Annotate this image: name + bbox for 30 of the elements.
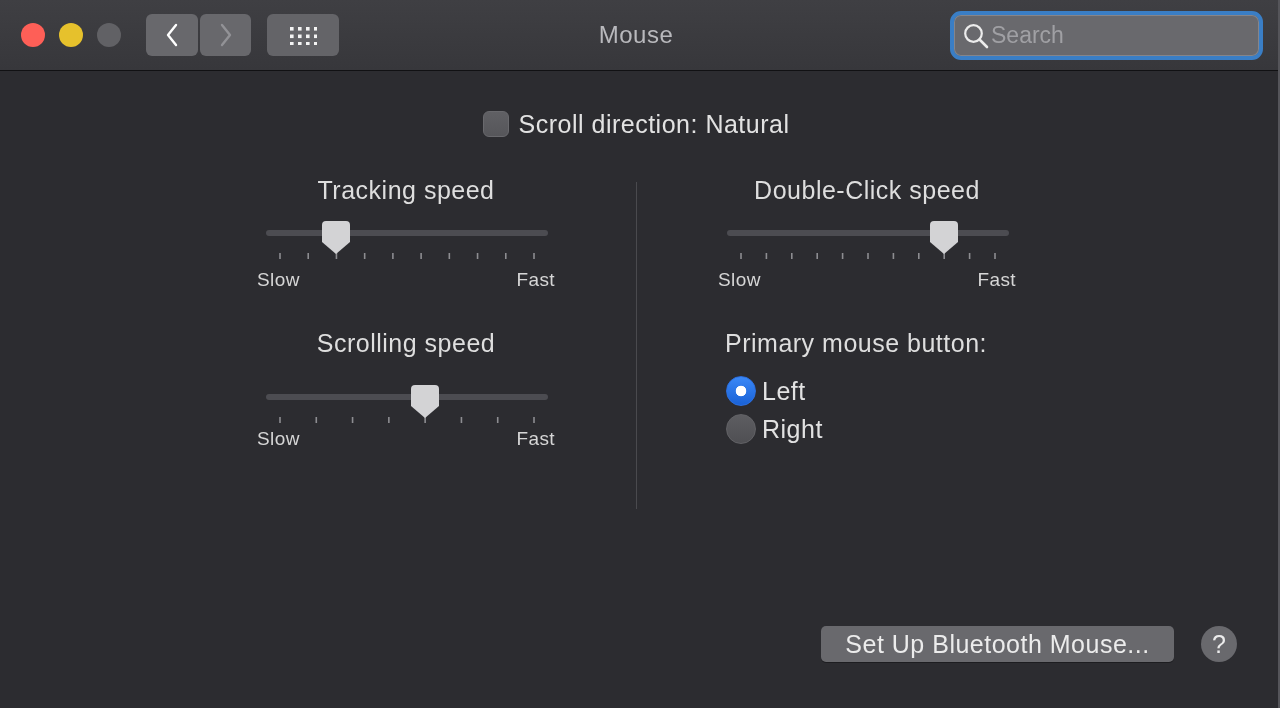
minimize-button[interactable] — [59, 23, 83, 47]
radio-button[interactable] — [726, 414, 756, 444]
setup-bluetooth-mouse-button[interactable]: Set Up Bluetooth Mouse... — [821, 626, 1174, 662]
close-button[interactable] — [21, 23, 45, 47]
slider-max-label: Fast — [977, 268, 1016, 291]
window-title: Mouse — [598, 21, 674, 49]
slider-max-label: Fast — [516, 268, 555, 291]
radio-button[interactable] — [726, 376, 756, 406]
radio-label: Right — [762, 415, 823, 443]
chevron-right-icon — [218, 23, 233, 47]
back-button[interactable] — [146, 14, 198, 56]
grid-button[interactable] — [267, 14, 339, 56]
checkbox-label: Scroll direction: Natural — [518, 110, 790, 138]
radio-group-label: Primary mouse button: — [725, 329, 988, 357]
slider-min-label: Slow — [257, 268, 300, 291]
slider-title: Double-Click speed — [753, 176, 981, 204]
slider-thumb[interactable] — [410, 385, 439, 418]
slider-thumb[interactable] — [321, 221, 350, 254]
checkbox[interactable] — [482, 111, 509, 137]
slider-thumb[interactable] — [930, 221, 959, 254]
dot-grid-icon — [289, 25, 317, 45]
slider-title: Tracking speed — [316, 176, 496, 204]
slider-min-label: Slow — [718, 268, 761, 291]
slider-title: Scrolling speed — [315, 329, 497, 357]
search-icon — [963, 22, 989, 49]
radio-label: Left — [762, 377, 806, 405]
help-button[interactable]: ? — [1201, 626, 1237, 662]
chevron-left-icon — [165, 23, 179, 47]
slider-min-label: Slow — [257, 427, 300, 450]
slider-max-label: Fast — [516, 427, 555, 450]
